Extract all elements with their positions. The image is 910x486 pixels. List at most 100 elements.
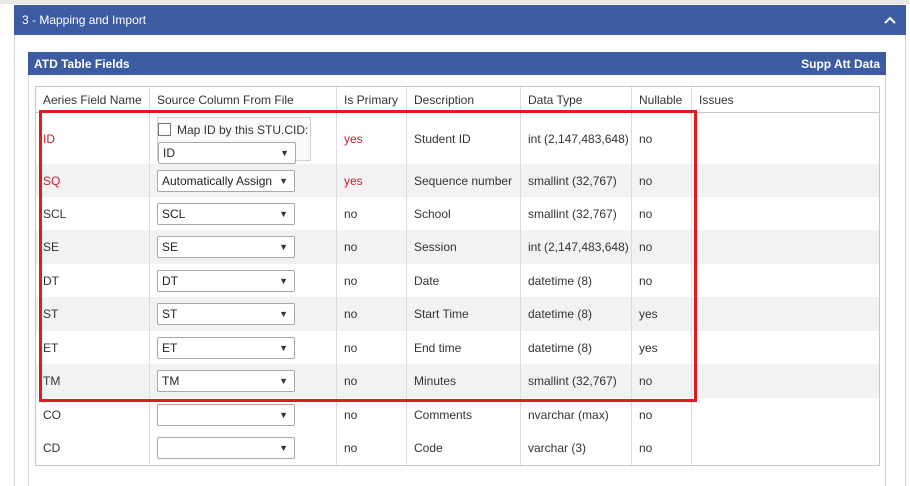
select-value: SCL: [162, 206, 186, 221]
table-row: SQ Automatically Assign ▼ yes Sequence n…: [36, 164, 879, 197]
is-primary: no: [337, 331, 407, 364]
issues: [692, 164, 879, 197]
map-id-checkbox[interactable]: [158, 123, 171, 136]
fields-table: Aeries Field Name Source Column From Fil…: [35, 86, 880, 466]
is-primary: yes: [337, 113, 407, 164]
source-cell: Map ID by this STU.CID: ID ▼: [150, 113, 337, 164]
description: End time: [407, 331, 521, 364]
issues: [692, 331, 879, 364]
dropdown-arrow-icon: ▼: [279, 208, 288, 219]
field-name: TM: [36, 364, 150, 398]
column-header-nullable[interactable]: Nullable: [632, 87, 692, 112]
panel-title: ATD Table Fields: [34, 56, 130, 71]
nullable: no: [632, 398, 692, 431]
section-header[interactable]: 3 - Mapping and Import: [14, 5, 906, 35]
table-row: DT DT ▼ no Date datetime (8) no: [36, 264, 879, 297]
source-column-select[interactable]: ID ▼: [158, 141, 296, 164]
source-column-select[interactable]: ET ▼: [157, 336, 295, 359]
table-header-row: Aeries Field Name Source Column From Fil…: [36, 87, 879, 113]
field-name: SQ: [36, 164, 150, 197]
source-cell: ▼: [150, 398, 337, 431]
column-header-issues[interactable]: Issues: [692, 87, 879, 112]
source-column-select[interactable]: DT ▼: [157, 269, 295, 292]
source-cell: ▼: [150, 431, 337, 465]
column-header-datatype[interactable]: Data Type: [521, 87, 632, 112]
select-value: ET: [162, 340, 178, 355]
panel-header: ATD Table Fields Supp Att Data: [28, 52, 886, 75]
nullable: no: [632, 164, 692, 197]
source-column-select[interactable]: TM ▼: [157, 370, 295, 392]
data-type: int (2,147,483,648): [521, 113, 632, 164]
source-cell: SE ▼: [150, 230, 337, 264]
nullable: no: [632, 264, 692, 297]
field-name: ID: [36, 113, 150, 164]
description: Session: [407, 230, 521, 264]
source-column-select[interactable]: SE ▼: [157, 236, 295, 258]
column-header-primary[interactable]: Is Primary: [337, 87, 407, 112]
field-name: CD: [36, 431, 150, 465]
source-column-select[interactable]: SCL ▼: [157, 202, 295, 225]
field-name: ET: [36, 331, 150, 364]
dropdown-arrow-icon: ▼: [279, 275, 288, 286]
issues: [692, 364, 879, 398]
top-divider: [0, 0, 910, 4]
description: Start Time: [407, 297, 521, 331]
nullable: no: [632, 431, 692, 465]
supp-att-data-link[interactable]: Supp Att Data: [801, 57, 880, 71]
source-cell: SCL ▼: [150, 197, 337, 230]
field-name: CO: [36, 398, 150, 431]
source-column-select[interactable]: ▼: [157, 437, 295, 459]
nullable: yes: [632, 297, 692, 331]
dropdown-arrow-icon: ▼: [279, 342, 288, 353]
nullable: no: [632, 197, 692, 230]
select-value: TM: [162, 374, 180, 388]
data-type: int (2,147,483,648): [521, 230, 632, 264]
chevron-up-icon[interactable]: [884, 16, 896, 24]
data-type: datetime (8): [521, 264, 632, 297]
map-id-box: Map ID by this STU.CID: ID ▼: [157, 116, 311, 164]
select-value: ST: [162, 307, 178, 321]
field-name: SE: [36, 230, 150, 264]
source-column-select[interactable]: Automatically Assign ▼: [157, 169, 295, 192]
table-row: ST ST ▼ no Start Time datetime (8) yes: [36, 297, 879, 331]
column-header-description[interactable]: Description: [407, 87, 521, 112]
table-row: ID Map ID by this STU.CID: ID ▼ yes Stud…: [36, 113, 879, 164]
description: Code: [407, 431, 521, 465]
column-header-field[interactable]: Aeries Field Name: [36, 87, 150, 112]
is-primary: no: [337, 297, 407, 331]
select-value: ID: [163, 145, 175, 160]
dropdown-arrow-icon: ▼: [279, 309, 288, 319]
nullable: no: [632, 364, 692, 398]
issues: [692, 431, 879, 465]
issues: [692, 264, 879, 297]
data-type: datetime (8): [521, 331, 632, 364]
dropdown-arrow-icon: ▼: [279, 242, 288, 252]
table-row: ET ET ▼ no End time datetime (8) yes: [36, 331, 879, 364]
dropdown-arrow-icon: ▼: [279, 175, 288, 186]
source-column-select[interactable]: ST ▼: [157, 303, 295, 325]
is-primary: yes: [337, 164, 407, 197]
is-primary: no: [337, 197, 407, 230]
data-type: varchar (3): [521, 431, 632, 465]
source-column-select[interactable]: ▼: [157, 403, 295, 426]
is-primary: no: [337, 264, 407, 297]
description: Sequence number: [407, 164, 521, 197]
table-row: SCL SCL ▼ no School smallint (32,767) no: [36, 197, 879, 230]
source-cell: Automatically Assign ▼: [150, 164, 337, 197]
data-type: nvarchar (max): [521, 398, 632, 431]
select-value: Automatically Assign: [162, 173, 273, 188]
nullable: yes: [632, 331, 692, 364]
table-row: CO ▼ no Comments nvarchar (max) no: [36, 398, 879, 431]
field-name: ST: [36, 297, 150, 331]
map-id-option: Map ID by this STU.CID:: [158, 122, 310, 138]
is-primary: no: [337, 364, 407, 398]
section-title: 3 - Mapping and Import: [22, 13, 147, 27]
field-name: SCL: [36, 197, 150, 230]
description: Comments: [407, 398, 521, 431]
is-primary: no: [337, 230, 407, 264]
data-type: datetime (8): [521, 297, 632, 331]
dropdown-arrow-icon: ▼: [279, 376, 288, 386]
table-row: CD ▼ no Code varchar (3) no: [36, 431, 879, 465]
column-header-source[interactable]: Source Column From File: [150, 87, 337, 112]
dropdown-arrow-icon: ▼: [279, 443, 288, 453]
